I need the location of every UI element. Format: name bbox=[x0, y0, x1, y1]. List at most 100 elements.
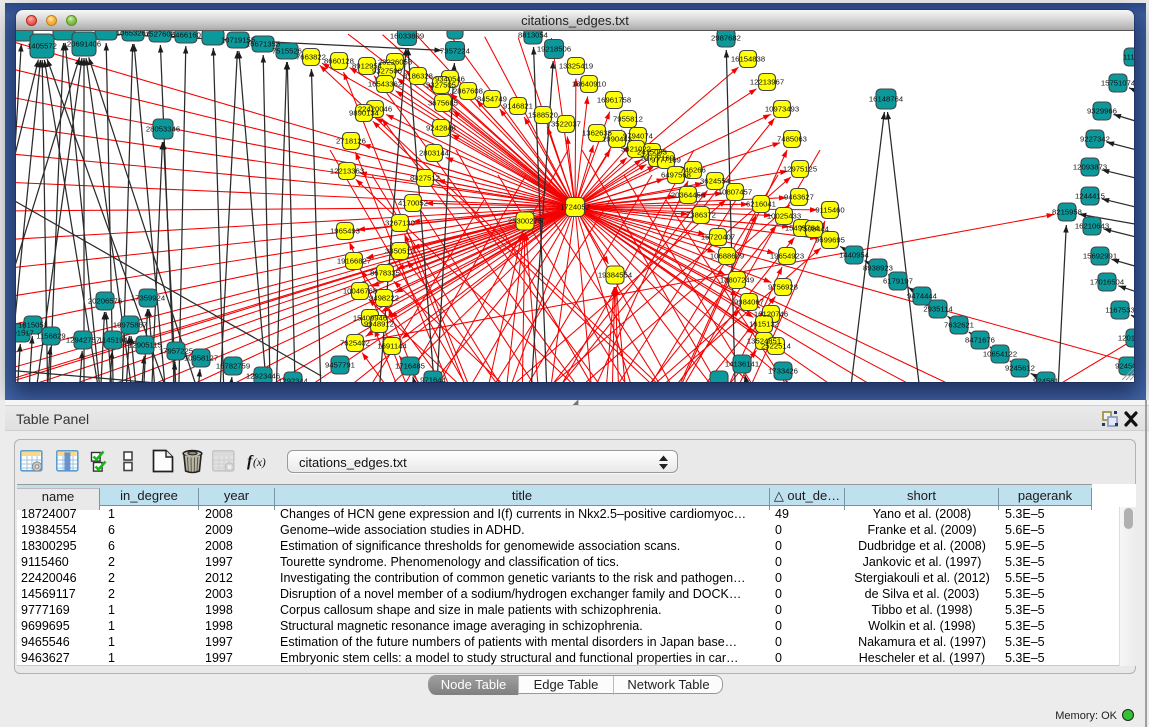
svg-text:16543362: 16543362 bbox=[368, 80, 402, 89]
svg-text:1733426: 1733426 bbox=[768, 367, 798, 376]
svg-text:28053346: 28053346 bbox=[146, 125, 180, 134]
svg-text:16120746: 16120746 bbox=[754, 310, 788, 319]
svg-text:2718126: 2718126 bbox=[336, 137, 366, 146]
svg-text:20364456: 20364456 bbox=[671, 191, 705, 200]
svg-text:10973493: 10973493 bbox=[765, 105, 799, 114]
svg-text:9327505: 9327505 bbox=[426, 81, 456, 90]
svg-text:3522037: 3522037 bbox=[551, 120, 581, 129]
svg-text:10025433: 10025433 bbox=[767, 212, 801, 221]
svg-text:23226058: 23226058 bbox=[378, 58, 412, 67]
svg-text:16148764: 16148764 bbox=[869, 95, 904, 104]
svg-text:10654122: 10654122 bbox=[983, 350, 1017, 359]
svg-text:8678335: 8678335 bbox=[370, 269, 400, 278]
svg-text:9948912: 9948912 bbox=[364, 320, 394, 329]
svg-text:9890134: 9890134 bbox=[349, 109, 380, 118]
svg-text:8660128: 8660128 bbox=[324, 57, 354, 66]
svg-text:17016504: 17016504 bbox=[1090, 278, 1125, 287]
svg-text:2987682: 2987682 bbox=[711, 34, 741, 43]
svg-text:19654923: 19654923 bbox=[770, 252, 804, 261]
svg-text:7663822: 7663822 bbox=[296, 53, 326, 62]
svg-text:1691144: 1691144 bbox=[377, 342, 407, 351]
svg-text:7386372: 7386372 bbox=[686, 211, 716, 220]
svg-text:12975125: 12975125 bbox=[783, 165, 817, 174]
svg-text:1965493: 1965493 bbox=[330, 227, 360, 236]
svg-text:18807249: 18807249 bbox=[720, 276, 754, 285]
svg-text:1167533: 1167533 bbox=[1105, 306, 1134, 315]
svg-text:9777169: 9777169 bbox=[651, 156, 681, 165]
svg-text:20691406: 20691406 bbox=[67, 40, 101, 49]
svg-text:16782759: 16782759 bbox=[216, 362, 250, 371]
svg-text:4170052: 4170052 bbox=[398, 199, 428, 208]
svg-text:16033809: 16033809 bbox=[390, 32, 424, 41]
svg-text:11123: 11123 bbox=[1123, 53, 1134, 62]
svg-text:6497568: 6497568 bbox=[661, 171, 691, 180]
svg-text:7955812: 7955812 bbox=[613, 115, 643, 124]
svg-text:12093873: 12093873 bbox=[1073, 163, 1107, 172]
svg-text:19975867: 19975867 bbox=[113, 321, 147, 330]
svg-text:3675685: 3675685 bbox=[428, 99, 458, 108]
svg-text:14136141: 14136141 bbox=[725, 360, 759, 369]
svg-text:1615132: 1615132 bbox=[749, 320, 779, 329]
svg-text:9327500: 9327500 bbox=[372, 67, 402, 76]
svg-text:12905115: 12905115 bbox=[128, 341, 162, 350]
svg-text:2935114: 2935114 bbox=[923, 305, 953, 314]
svg-text:7598444: 7598444 bbox=[799, 225, 830, 234]
svg-text:9146821: 9146821 bbox=[503, 102, 533, 111]
svg-text:1716485: 1716485 bbox=[395, 362, 425, 371]
svg-text:3350513: 3350513 bbox=[385, 247, 415, 256]
svg-text:6179197: 6179197 bbox=[883, 277, 913, 286]
svg-text:12923446: 12923446 bbox=[246, 372, 280, 381]
svg-text:1292344: 1292344 bbox=[278, 377, 309, 383]
svg-text:7625402: 7625402 bbox=[340, 339, 370, 348]
svg-text:9794074: 9794074 bbox=[623, 132, 654, 141]
svg-text:9463627: 9463627 bbox=[784, 193, 814, 202]
svg-text:9474444: 9474444 bbox=[907, 292, 938, 301]
svg-text:1156829: 1156829 bbox=[36, 332, 65, 341]
svg-text:9242848: 9242848 bbox=[426, 124, 456, 133]
svg-text:10688609: 10688609 bbox=[710, 252, 744, 261]
svg-text:8813054: 8813054 bbox=[518, 31, 549, 40]
svg-text:6466160: 6466160 bbox=[171, 31, 201, 40]
svg-text:6216041: 6216041 bbox=[746, 200, 776, 209]
svg-text:12942757: 12942757 bbox=[66, 336, 100, 345]
svg-text:13325419: 13325419 bbox=[559, 62, 593, 71]
svg-text:10807457: 10807457 bbox=[718, 188, 752, 197]
svg-text:15692991: 15692991 bbox=[1083, 252, 1117, 261]
svg-text:8215958: 8215958 bbox=[1052, 208, 1082, 217]
svg-text:15751074: 15751074 bbox=[1101, 79, 1134, 88]
svg-text:1440954: 1440954 bbox=[839, 251, 870, 260]
svg-text:1405572: 1405572 bbox=[27, 42, 57, 51]
svg-text:7485063: 7485063 bbox=[777, 135, 807, 144]
svg-text:16210643: 16210643 bbox=[1075, 222, 1109, 231]
svg-text:12213967: 12213967 bbox=[750, 78, 784, 87]
svg-text:15720407: 15720407 bbox=[701, 233, 735, 242]
svg-text:25300275: 25300275 bbox=[508, 217, 542, 226]
svg-text:20206576: 20206576 bbox=[88, 297, 122, 306]
svg-text:2522514: 2522514 bbox=[761, 342, 792, 351]
svg-text:924501: 924501 bbox=[1115, 362, 1134, 371]
svg-text:12213363: 12213363 bbox=[330, 167, 364, 176]
svg-text:16154838: 16154838 bbox=[731, 55, 765, 64]
svg-text:1815051: 1815051 bbox=[18, 321, 48, 330]
svg-text:9245612: 9245612 bbox=[1005, 364, 1035, 373]
svg-text:19166827: 19166827 bbox=[337, 257, 371, 266]
svg-text:12010554: 12010554 bbox=[1118, 334, 1134, 343]
svg-text:3267130: 3267130 bbox=[385, 219, 415, 228]
svg-text:9115460: 9115460 bbox=[815, 206, 844, 215]
svg-text:(x): (x) bbox=[253, 457, 266, 469]
svg-text:9984067: 9984067 bbox=[734, 298, 764, 307]
svg-text:9699695: 9699695 bbox=[815, 236, 845, 245]
svg-text:7357224: 7357224 bbox=[440, 47, 471, 56]
svg-text:18640910: 18640910 bbox=[572, 80, 606, 89]
svg-text:9457791: 9457791 bbox=[325, 361, 355, 370]
svg-text:19384554: 19384554 bbox=[598, 271, 633, 280]
svg-text:9756928: 9756928 bbox=[768, 283, 798, 292]
svg-text:8938923: 8938923 bbox=[863, 264, 893, 273]
svg-text:19218506: 19218506 bbox=[537, 45, 571, 54]
svg-text:971644: 971644 bbox=[420, 376, 446, 383]
svg-text:16961758: 16961758 bbox=[597, 96, 631, 105]
svg-text:8186328: 8186328 bbox=[403, 72, 433, 81]
svg-text:9227342: 9227342 bbox=[1080, 135, 1110, 144]
svg-text:3624554: 3624554 bbox=[700, 177, 731, 186]
svg-text:17359924: 17359924 bbox=[131, 294, 166, 303]
